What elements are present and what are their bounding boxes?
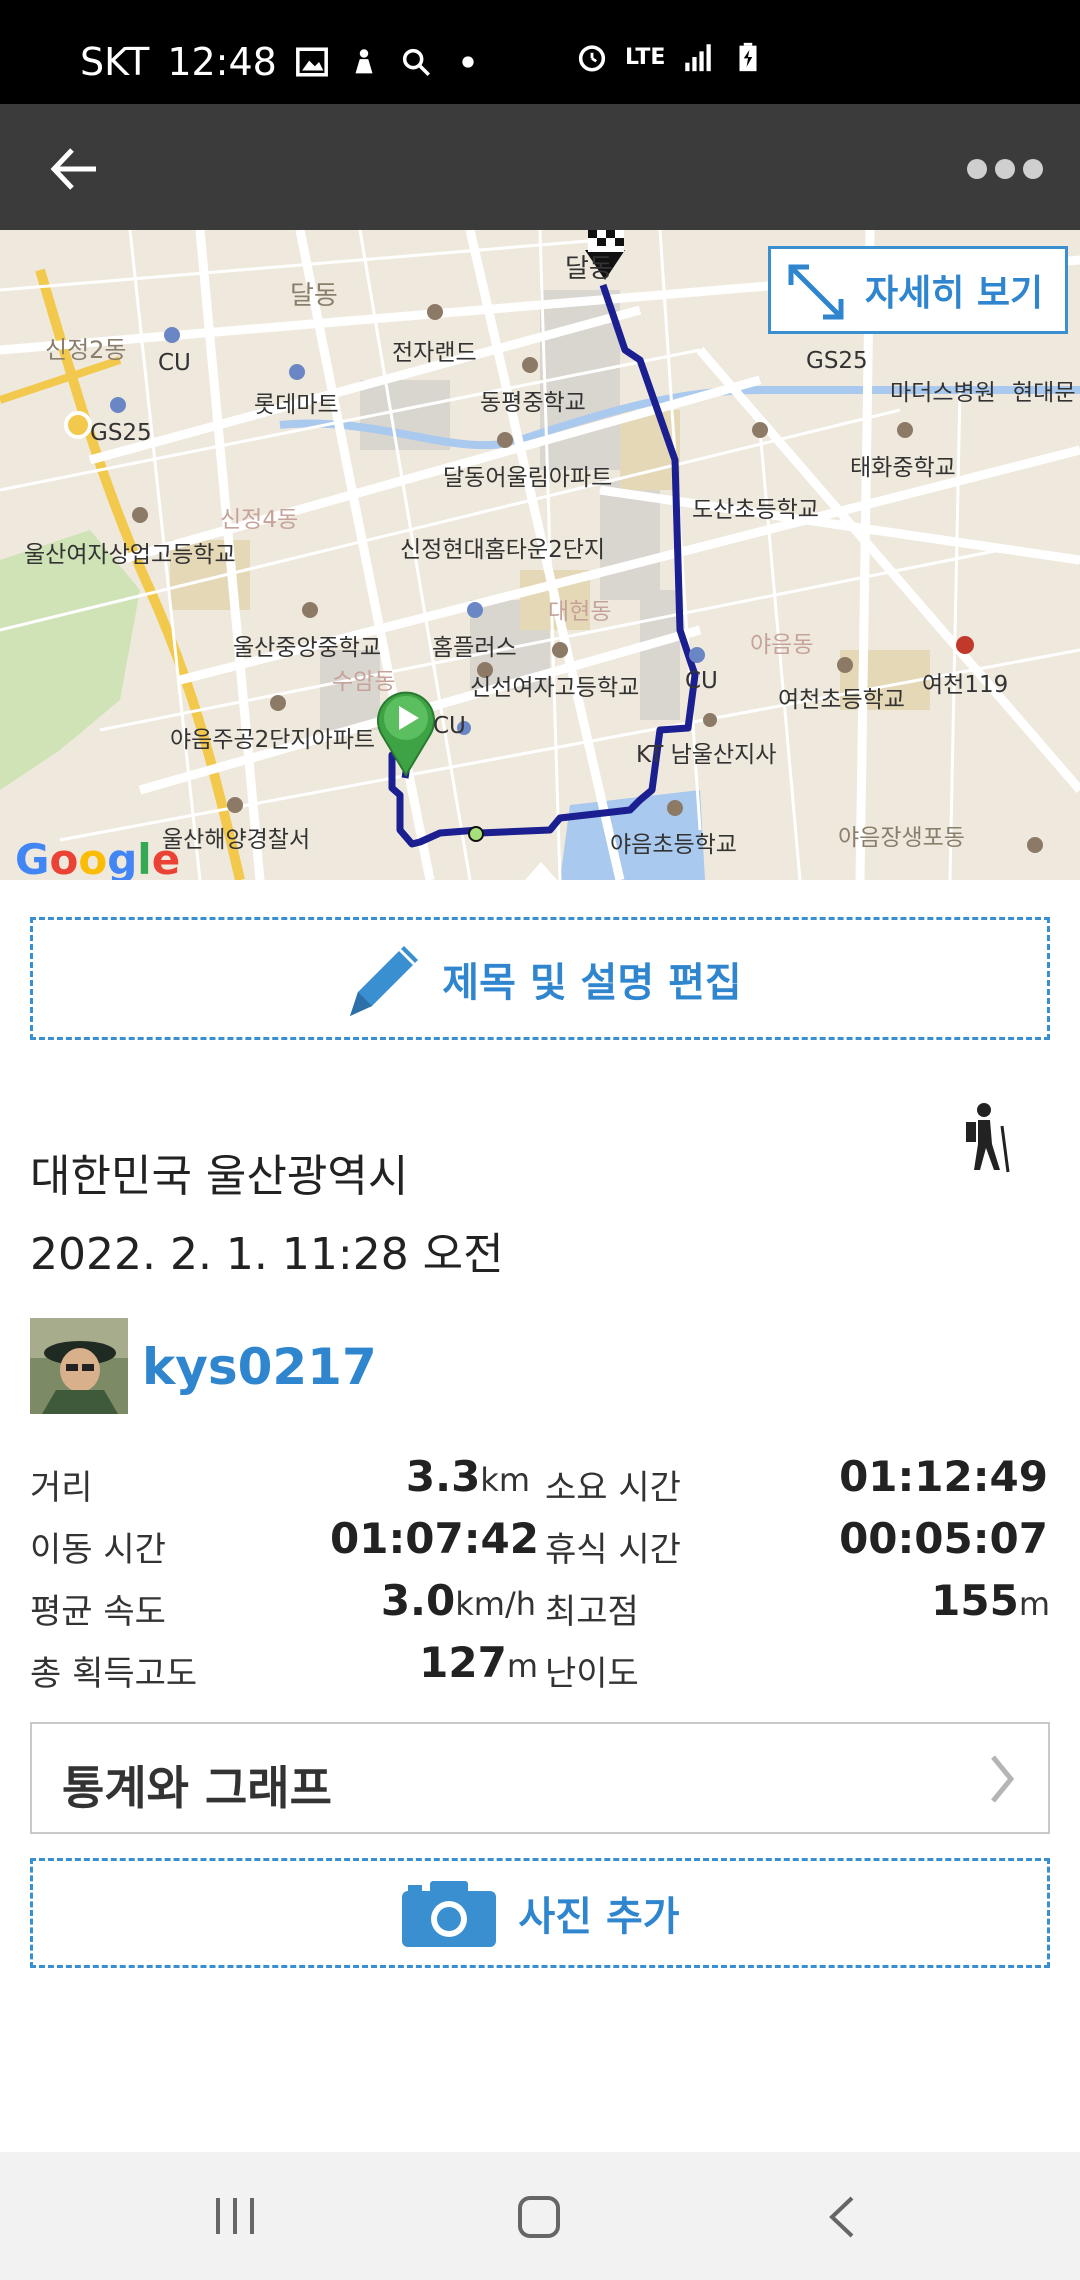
pencil-icon — [350, 945, 419, 1016]
edit-title-label: 제목 및 설명 편집 — [442, 959, 742, 1006]
map-label: 야음초등학교 — [610, 832, 737, 858]
map-label: 울산여자상업고등학교 — [24, 542, 236, 568]
total-time-value: 01:12:49 — [839, 1452, 1048, 1501]
rest-time-value: 00:05:07 — [839, 1514, 1048, 1563]
home-icon[interactable] — [514, 2192, 564, 2242]
map-label: GS25 — [806, 348, 868, 374]
alarm-icon — [578, 45, 606, 72]
app-notification-icon — [355, 49, 373, 74]
map-label: 신정현대홈타운2단지 — [400, 537, 606, 563]
map-label: 달동 — [565, 254, 613, 284]
max-elevation-value: 155m — [931, 1576, 1050, 1625]
stats-and-graph-button[interactable]: 통계와 그래프 — [30, 1722, 1050, 1834]
google-logo: Google — [15, 835, 181, 880]
map-label: 달동어울림아파트 — [443, 465, 613, 491]
search-icon — [402, 48, 430, 77]
map-label: 마더스병원 — [890, 380, 996, 406]
map-label: 대현동 — [548, 599, 612, 625]
max-elevation-label: 최고점 — [545, 1592, 639, 1632]
avatar[interactable] — [30, 1318, 128, 1414]
map-label: 태화중학교 — [850, 455, 956, 481]
distance-value: 3.3km — [405, 1452, 530, 1501]
elevation-gain-label: 총 획득고도 — [30, 1654, 198, 1694]
gallery-icon — [295, 47, 328, 77]
signal-icon — [685, 44, 712, 72]
rest-time-label: 휴식 시간 — [545, 1530, 681, 1570]
map-label: 야음장생포동 — [838, 825, 965, 851]
back-arrow-icon[interactable] — [40, 134, 110, 204]
avg-speed-value: 3.0km/h — [380, 1576, 536, 1625]
location-text: 대한민국 울산광역시 — [30, 1151, 409, 1202]
elevation-gain-value: 127m — [419, 1638, 538, 1687]
map-label: 홈플러스 — [432, 635, 517, 661]
difficulty-label: 난이도 — [545, 1654, 639, 1694]
dot-icon — [462, 56, 474, 68]
back-nav-icon[interactable] — [822, 2192, 862, 2242]
map-label: 야음동 — [750, 632, 814, 658]
moving-time-value: 01:07:42 — [330, 1514, 539, 1563]
map-label: 울산중앙중학교 — [233, 635, 382, 661]
activity-datetime: 2022. 2. 1. 11:28 오전 — [30, 1229, 504, 1280]
max-elevation-unit: m — [1018, 1585, 1050, 1623]
chevron-right-icon — [991, 1755, 1015, 1803]
map-label: 달동 — [290, 281, 338, 311]
camera-icon — [402, 1881, 497, 1947]
carrier-label: SKT — [80, 40, 150, 84]
expand-icon — [788, 264, 844, 320]
map-label: 울산해양경찰서 — [162, 827, 311, 853]
total-time-label: 소요 시간 — [545, 1468, 681, 1508]
distance-unit: km — [480, 1461, 530, 1499]
app-toolbar — [0, 104, 1080, 230]
stats-and-graph-label: 통계와 그래프 — [62, 1761, 332, 1815]
map-label: 롯데마트 — [254, 392, 339, 418]
route-map[interactable]: 달동 달동 신정2동 CU 전자랜드 GS25 마더스병원 현대문 롯데마트 동… — [0, 230, 1080, 880]
map-label: GS25 — [90, 420, 152, 446]
avg-speed-unit: km/h — [455, 1585, 536, 1623]
battery-icon — [739, 42, 757, 72]
edit-title-description-button[interactable]: 제목 및 설명 편집 — [30, 917, 1050, 1040]
map-label: 신정4동 — [220, 507, 299, 533]
distance-label: 거리 — [30, 1468, 93, 1508]
more-options-icon[interactable] — [965, 149, 1045, 189]
map-label: 여천초등학교 — [778, 687, 905, 713]
moving-time-label: 이동 시간 — [30, 1530, 166, 1570]
map-label: 수암동 — [332, 669, 396, 695]
map-label: 야음주공2단지아파트 — [170, 727, 376, 753]
map-label: 도산초등학교 — [692, 497, 819, 523]
status-bar: SKT 12:48 LTE — [0, 0, 1080, 104]
clock: 12:48 — [167, 40, 277, 84]
map-label: 현대문 — [1012, 380, 1076, 406]
add-photo-label: 사진 추가 — [518, 1894, 680, 1940]
system-nav-bar — [0, 2152, 1080, 2280]
map-label: KT 남울산지사 — [636, 742, 777, 768]
map-label: CU — [158, 350, 191, 376]
map-label: 동평중학교 — [480, 390, 586, 416]
elevation-gain-unit: m — [506, 1647, 538, 1685]
map-label: CU — [685, 668, 718, 694]
hiker-icon — [966, 1103, 1010, 1173]
map-label: 신선여자고등학교 — [470, 675, 640, 701]
username-link[interactable]: kys0217 — [142, 1338, 377, 1396]
view-details-label: 자세히 보기 — [865, 273, 1044, 314]
view-details-button[interactable]: 자세히 보기 — [768, 246, 1068, 334]
map-label: 전자랜드 — [392, 340, 477, 366]
map-label: 여천119 — [922, 672, 1009, 698]
network-type-label: LTE — [625, 44, 666, 70]
map-label: 신정2동 — [45, 336, 127, 364]
recent-apps-icon[interactable] — [212, 2194, 258, 2238]
add-photo-button[interactable]: 사진 추가 — [30, 1858, 1050, 1968]
avg-speed-label: 평균 속도 — [30, 1592, 166, 1632]
map-label: CU — [433, 713, 466, 739]
